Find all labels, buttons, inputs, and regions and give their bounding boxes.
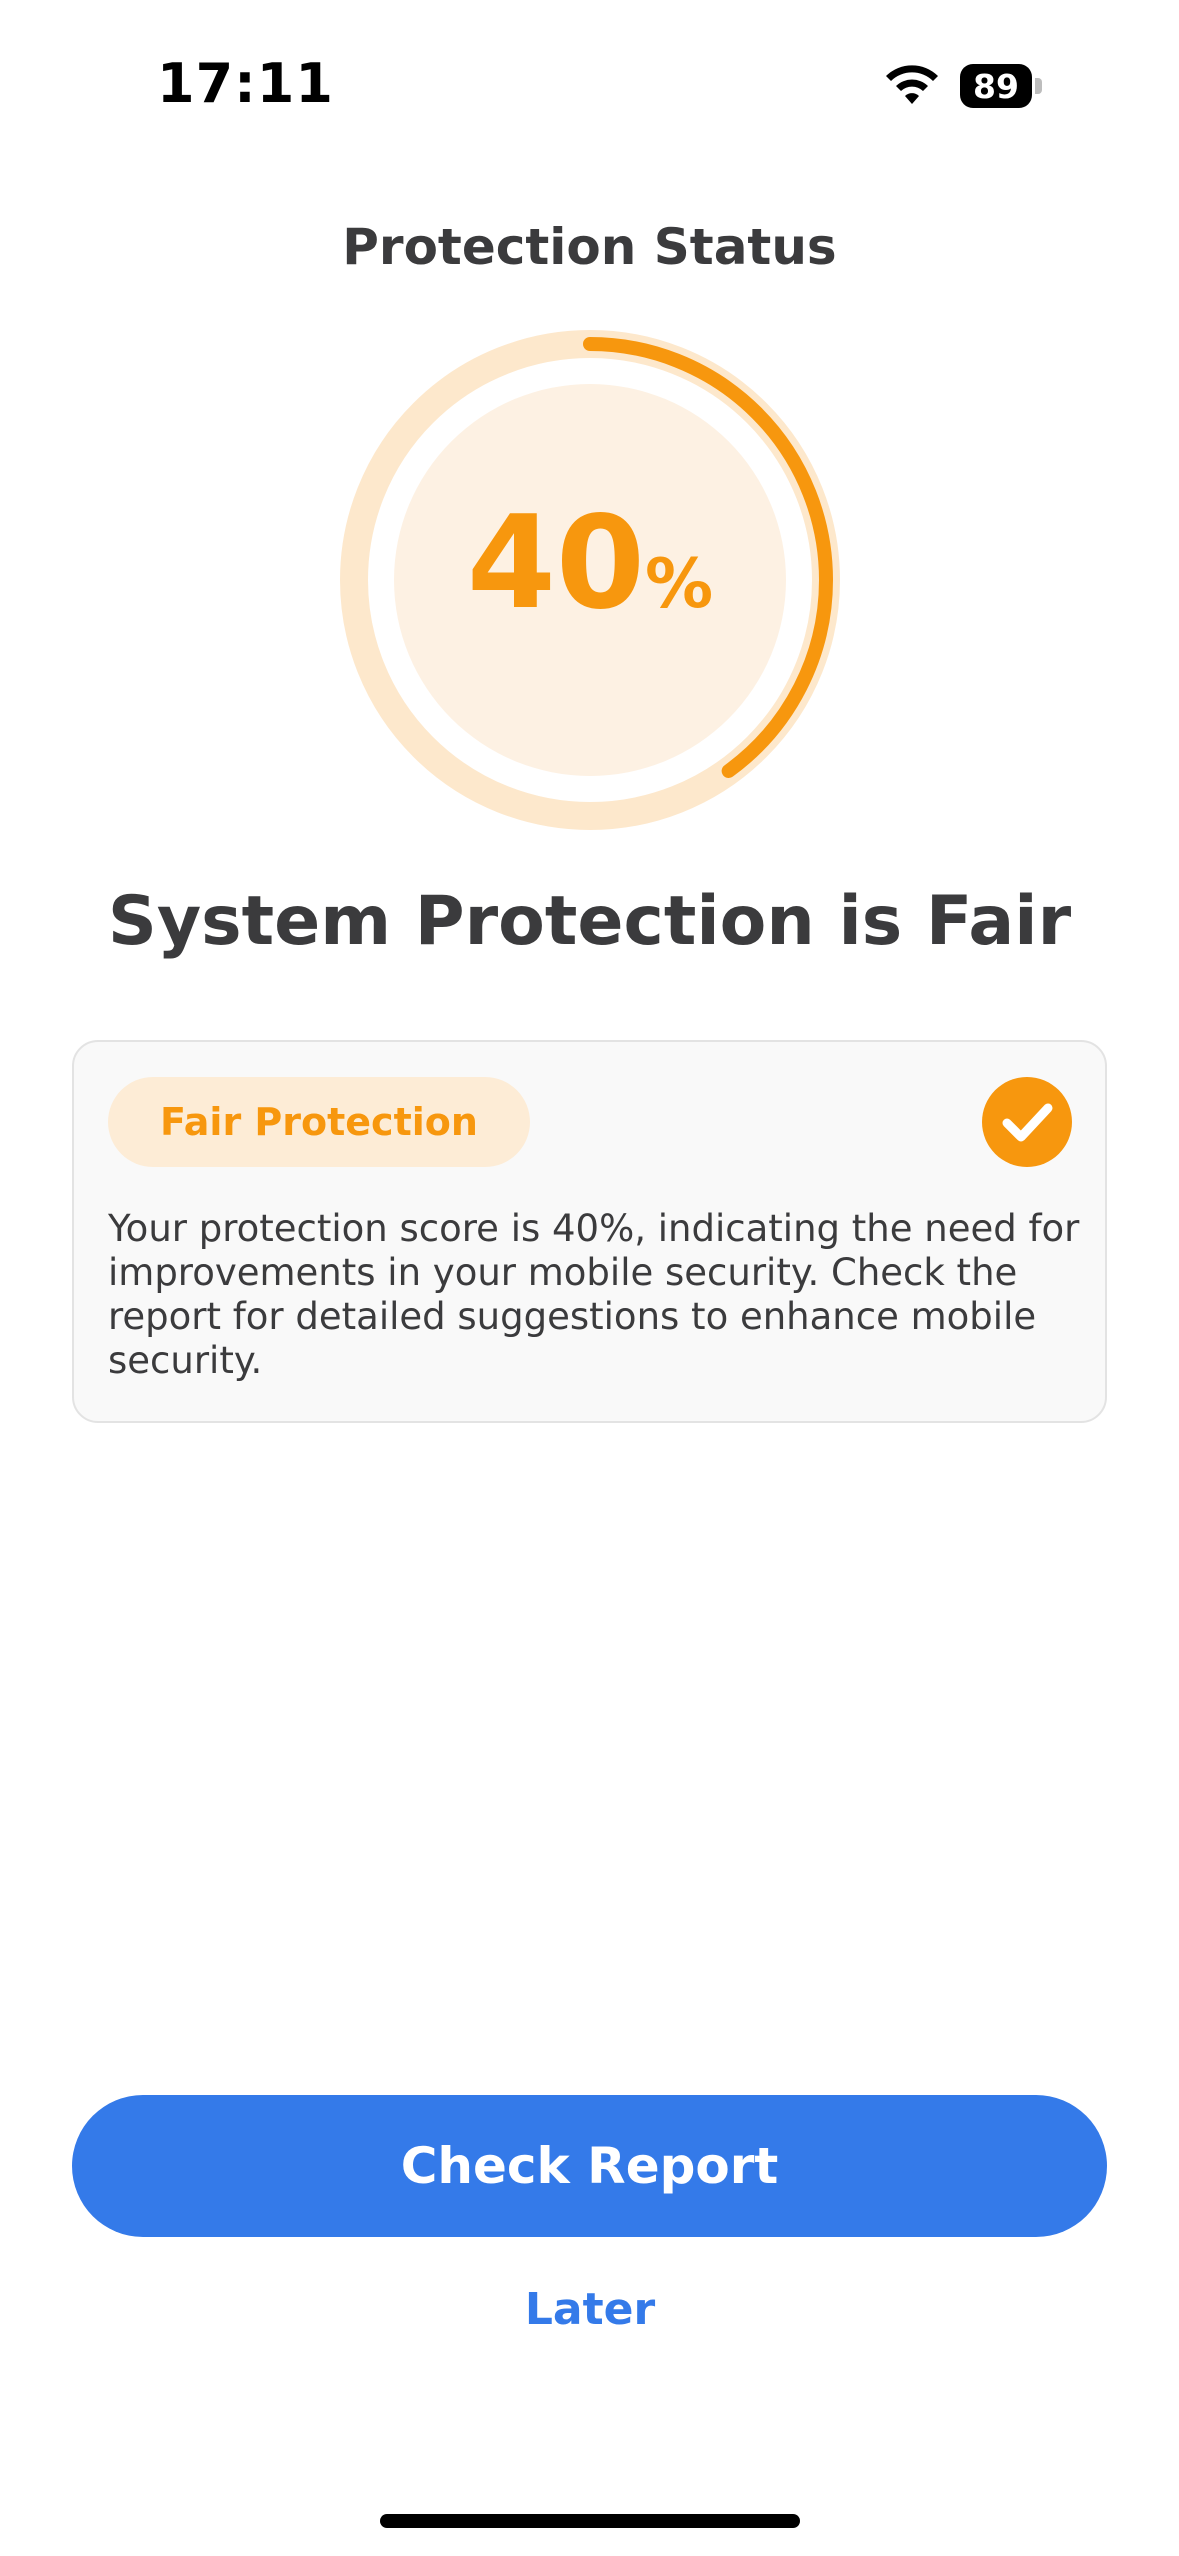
check-report-button[interactable]: Check Report <box>72 2095 1107 2237</box>
battery-level: 89 <box>973 66 1019 106</box>
wifi-icon <box>886 65 938 104</box>
check-circle-icon <box>982 1077 1072 1167</box>
page-title: Protection Status <box>342 218 837 276</box>
protection-gauge: 40% <box>340 330 840 830</box>
battery-cap <box>1035 78 1042 94</box>
gauge-number: 40 <box>466 489 645 638</box>
card-description: Your protection score is 40%, indicating… <box>108 1207 1080 1382</box>
gauge-unit: % <box>644 545 714 624</box>
protection-card: Fair Protection Your protection score is… <box>72 1040 1107 1423</box>
later-link[interactable]: Later <box>440 2275 740 2345</box>
status-badge: Fair Protection <box>108 1077 530 1167</box>
gauge-value: 40% <box>340 500 840 628</box>
battery-body: 89 <box>960 64 1032 108</box>
home-indicator <box>380 2514 800 2528</box>
status-bar: 17:11 89 <box>0 0 1179 170</box>
battery-icon: 89 <box>960 64 1042 108</box>
protection-headline: System Protection is Fair <box>107 882 1072 961</box>
status-time: 17:11 <box>157 52 334 115</box>
